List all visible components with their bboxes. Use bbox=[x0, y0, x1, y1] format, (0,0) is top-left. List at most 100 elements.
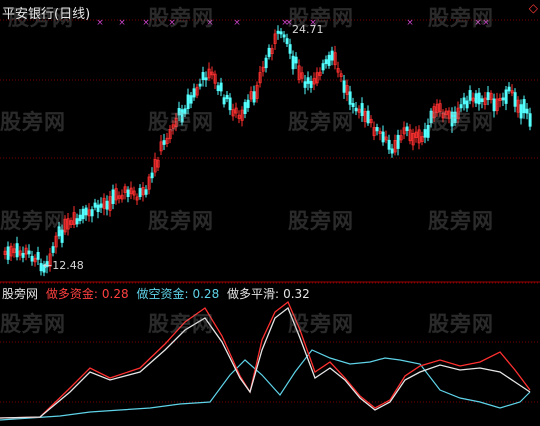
signal-marker: × bbox=[206, 18, 214, 28]
candle-body bbox=[84, 207, 88, 216]
candle-body bbox=[282, 34, 286, 38]
candle-body bbox=[27, 250, 31, 255]
candle-body bbox=[252, 91, 256, 103]
signal-marker: × bbox=[118, 18, 126, 28]
candle-body bbox=[477, 92, 481, 105]
candle-body bbox=[390, 148, 394, 154]
candle-body bbox=[150, 172, 154, 179]
indicator-source-label: 股旁网 bbox=[2, 287, 39, 301]
candle-body bbox=[507, 86, 511, 92]
candle-body bbox=[198, 83, 202, 87]
candle-body bbox=[36, 252, 40, 260]
candle-body bbox=[225, 94, 229, 100]
candle-body bbox=[465, 100, 469, 109]
candle-body bbox=[309, 80, 313, 88]
diamond-icon[interactable]: ◇ bbox=[529, 1, 538, 15]
candle-body bbox=[189, 95, 193, 104]
candle-body bbox=[462, 97, 466, 105]
candle-body bbox=[327, 54, 331, 66]
candle-body bbox=[267, 47, 271, 57]
candle-body bbox=[501, 97, 505, 101]
candle-body bbox=[360, 103, 364, 117]
signal-marker: × bbox=[482, 18, 490, 28]
candle-body bbox=[321, 63, 325, 71]
series-name-long-smooth: 做多平滑: bbox=[227, 287, 280, 301]
candle-body bbox=[492, 98, 496, 112]
candle-body bbox=[60, 229, 64, 243]
candle-body bbox=[138, 188, 142, 198]
series-line-short-funds bbox=[0, 349, 531, 421]
candle-body bbox=[6, 246, 10, 260]
candle-body bbox=[78, 214, 82, 222]
candle-body bbox=[99, 203, 103, 208]
candle-body bbox=[375, 127, 379, 132]
candle-body bbox=[144, 189, 148, 195]
candle-body bbox=[429, 110, 433, 124]
candle-body bbox=[111, 189, 115, 204]
candle-body bbox=[90, 209, 94, 217]
candle-body bbox=[480, 98, 484, 102]
candle-body bbox=[39, 263, 43, 272]
series-name-long-funds: 做多资金: bbox=[45, 287, 98, 301]
signal-marker: × bbox=[233, 18, 241, 28]
candle-body bbox=[219, 82, 223, 92]
candle-body bbox=[285, 38, 289, 45]
chart-canvas: × × × × × × ×× × × × × bbox=[0, 18, 540, 421]
signal-marker: × bbox=[168, 18, 176, 28]
candle-body bbox=[228, 97, 232, 111]
candle-body bbox=[519, 104, 523, 119]
candle-body bbox=[303, 81, 307, 88]
candle-body bbox=[177, 108, 181, 116]
candle-body bbox=[183, 108, 187, 115]
candle-body bbox=[279, 31, 283, 35]
candle-body bbox=[330, 50, 334, 61]
candle-body bbox=[306, 77, 310, 84]
candle-body bbox=[381, 131, 385, 143]
candle-body bbox=[57, 226, 61, 237]
candle-body bbox=[294, 56, 298, 64]
candle-body bbox=[204, 77, 208, 81]
indicator-legend: 股旁网 做多资金: 0.28 做空资金: 0.28 做多平滑: 0.32 bbox=[2, 285, 314, 302]
series-line-long-funds bbox=[0, 300, 531, 419]
candle-body bbox=[468, 90, 472, 101]
candle-body bbox=[348, 91, 352, 105]
candle-body bbox=[351, 103, 355, 108]
candle-body bbox=[528, 113, 532, 127]
candle-body bbox=[426, 124, 430, 138]
series-value-long-funds: 0.28 bbox=[101, 287, 129, 301]
chart-title: 平安银行(日线) bbox=[2, 7, 91, 22]
candle-body bbox=[15, 243, 19, 258]
candle-body bbox=[126, 189, 130, 197]
candle-body bbox=[396, 134, 400, 149]
stock-chart-window: × × × × × × × × × × × × 股旁网 股旁网 股旁网 股旁网 股旁网 股旁网 股旁网… bbox=[0, 0, 540, 426]
candle-body bbox=[105, 200, 109, 210]
grid-lines bbox=[0, 19, 540, 403]
candle-body bbox=[246, 99, 250, 108]
candle-body bbox=[486, 92, 490, 101]
candle-body bbox=[450, 111, 454, 127]
candle-body bbox=[324, 59, 328, 65]
series-value-short-funds: 0.28 bbox=[192, 287, 220, 301]
candle-body bbox=[522, 99, 526, 114]
candle-body bbox=[51, 246, 55, 253]
candle-body bbox=[81, 208, 85, 220]
series-name-short-funds: 做空资金: bbox=[136, 287, 189, 301]
candle-body bbox=[162, 140, 166, 145]
candle-body bbox=[243, 102, 247, 114]
candle-body bbox=[276, 30, 280, 34]
candle-body bbox=[93, 202, 97, 208]
candlestick-series bbox=[3, 25, 532, 277]
candle-body bbox=[96, 204, 100, 213]
candle-body bbox=[342, 80, 346, 93]
candle-body bbox=[264, 57, 268, 69]
candle-body bbox=[366, 110, 370, 124]
signal-marker: × bbox=[474, 18, 482, 28]
candle-body bbox=[525, 108, 529, 114]
candle-body bbox=[186, 94, 190, 109]
candle-body bbox=[354, 107, 358, 112]
candle-body bbox=[504, 89, 508, 104]
candle-body bbox=[459, 104, 463, 109]
candle-body bbox=[288, 44, 292, 54]
candle-body bbox=[216, 85, 220, 92]
candle-body bbox=[513, 92, 517, 107]
